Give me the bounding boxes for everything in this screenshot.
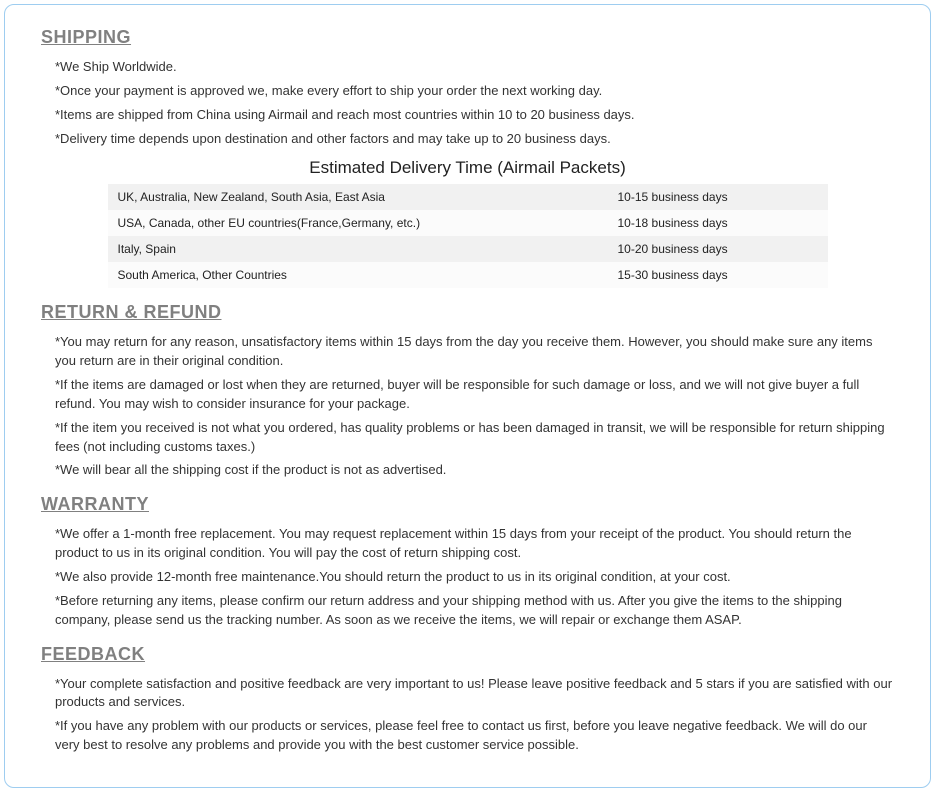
bullet-text: *Before returning any items, please conf… <box>55 592 894 630</box>
bullet-text: *Items are shipped from China using Airm… <box>55 106 894 125</box>
feedback-heading: FEEDBACK <box>41 644 894 665</box>
bullet-text: *Once your payment is approved we, make … <box>55 82 894 101</box>
bullet-text: *If you have any problem with our produc… <box>55 717 894 755</box>
time-cell: 15-30 business days <box>608 262 828 288</box>
table-row: UK, Australia, New Zealand, South Asia, … <box>108 184 828 210</box>
table-row: South America, Other Countries 15-30 bus… <box>108 262 828 288</box>
bullet-text: *If the item you received is not what yo… <box>55 419 894 457</box>
table-row: USA, Canada, other EU countries(France,G… <box>108 210 828 236</box>
bullet-text: *We Ship Worldwide. <box>55 58 894 77</box>
bullet-text: *Your complete satisfaction and positive… <box>55 675 894 713</box>
warranty-bullets: *We offer a 1-month free replacement. Yo… <box>55 525 894 629</box>
bullet-text: *We offer a 1-month free replacement. Yo… <box>55 525 894 563</box>
bullet-text: *You may return for any reason, unsatisf… <box>55 333 894 371</box>
table-row: Italy, Spain 10-20 business days <box>108 236 828 262</box>
region-cell: UK, Australia, New Zealand, South Asia, … <box>108 184 608 210</box>
bullet-text: *If the items are damaged or lost when t… <box>55 376 894 414</box>
shipping-heading: SHIPPING <box>41 27 894 48</box>
info-panel: SHIPPING *We Ship Worldwide. *Once your … <box>4 4 931 788</box>
feedback-bullets: *Your complete satisfaction and positive… <box>55 675 894 755</box>
region-cell: Italy, Spain <box>108 236 608 262</box>
shipping-bullets: *We Ship Worldwide. *Once your payment i… <box>55 58 894 148</box>
time-cell: 10-20 business days <box>608 236 828 262</box>
return-heading: RETURN & REFUND <box>41 302 894 323</box>
delivery-table-title: Estimated Delivery Time (Airmail Packets… <box>41 158 894 178</box>
bullet-text: *We also provide 12-month free maintenan… <box>55 568 894 587</box>
return-bullets: *You may return for any reason, unsatisf… <box>55 333 894 480</box>
time-cell: 10-18 business days <box>608 210 828 236</box>
delivery-table: UK, Australia, New Zealand, South Asia, … <box>108 184 828 288</box>
region-cell: USA, Canada, other EU countries(France,G… <box>108 210 608 236</box>
time-cell: 10-15 business days <box>608 184 828 210</box>
bullet-text: *We will bear all the shipping cost if t… <box>55 461 894 480</box>
warranty-heading: WARRANTY <box>41 494 894 515</box>
region-cell: South America, Other Countries <box>108 262 608 288</box>
bullet-text: *Delivery time depends upon destination … <box>55 130 894 149</box>
